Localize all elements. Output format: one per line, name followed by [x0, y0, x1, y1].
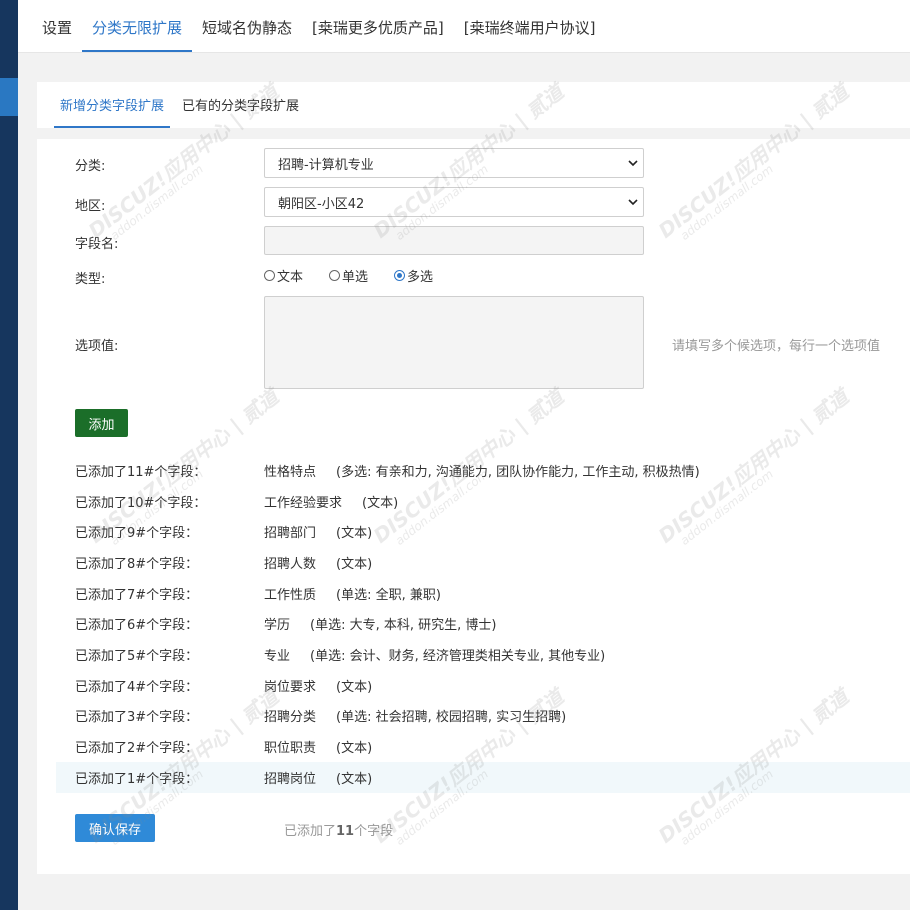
field-name-text: 岗位要求	[264, 679, 317, 695]
field-summary: 职位职责 (文本)	[264, 737, 372, 756]
tab-existing-field-extension[interactable]: 已有的分类字段扩展	[176, 95, 305, 128]
tab-category-extension[interactable]: 分类无限扩展	[82, 17, 193, 52]
category-select-value: 招聘-计算机专业	[278, 157, 374, 173]
tab-short-domain-rewrite[interactable]: 短域名伪静态	[192, 17, 302, 52]
field-name-text: 工作经验要求	[264, 495, 343, 511]
field-name-text: 招聘分类	[264, 710, 317, 726]
field-type-text: (单选: 会计、财务, 经济管理类相关专业, 其他专业)	[310, 648, 606, 664]
list-item: 已添加了7#个字段： 工作性质 (单选: 全职, 兼职)	[56, 578, 910, 609]
field-type-text: (文本)	[362, 495, 399, 511]
field-index-label: 已添加了6#个字段：	[75, 618, 199, 634]
added-fields-list: 已添加了11#个字段： 性格特点 (多选: 有亲和力, 沟通能力, 团队协作能力,…	[56, 455, 910, 793]
list-item: 已添加了11#个字段： 性格特点 (多选: 有亲和力, 沟通能力, 团队协作能力,…	[56, 455, 910, 486]
field-summary: 招聘部门 (文本)	[264, 522, 372, 541]
left-sidebar-rail	[0, 0, 18, 910]
field-count-prefix: 已添加了	[284, 824, 337, 839]
field-index-label: 已添加了9#个字段：	[75, 526, 199, 542]
field-name-text: 招聘人数	[264, 556, 317, 572]
list-item: 已添加了10#个字段： 工作经验要求 (文本)	[56, 486, 910, 517]
type-label: 类型:	[75, 272, 106, 287]
field-summary: 工作性质 (单选: 全职, 兼职)	[264, 584, 441, 603]
field-type-text: (文本)	[336, 526, 373, 542]
field-type-text: (单选: 全职, 兼职)	[336, 587, 441, 603]
field-summary: 岗位要求 (文本)	[264, 676, 372, 695]
field-name-text: 招聘岗位	[264, 771, 317, 787]
field-summary: 招聘岗位 (文本)	[264, 768, 372, 787]
field-summary: 工作经验要求 (文本)	[264, 492, 398, 511]
list-item: 已添加了8#个字段： 招聘人数 (文本)	[56, 547, 910, 578]
field-count-text: 已添加了11个字段	[284, 820, 393, 839]
type-radio-group: 文本 单选 多选	[264, 266, 459, 285]
field-type-text: (文本)	[336, 556, 373, 572]
field-index-label: 已添加了2#个字段：	[75, 741, 199, 757]
options-hint: 请填写多个候选项，每行一个选项值	[672, 339, 881, 354]
category-label: 分类:	[75, 159, 106, 174]
list-item: 已添加了9#个字段： 招聘部门 (文本)	[56, 516, 910, 547]
category-select[interactable]: 招聘-计算机专业	[264, 148, 644, 178]
top-navigation: 设置 分类无限扩展 短域名伪静态 [桒瑞更多优质产品] [桒瑞终端用户协议]	[18, 0, 910, 53]
type-radio-single[interactable]: 单选	[329, 266, 368, 285]
list-item: 已添加了2#个字段： 职位职责 (文本)	[56, 731, 910, 762]
field-count-value: 11	[336, 824, 355, 839]
tab-more-products[interactable]: [桒瑞更多优质产品]	[302, 17, 454, 52]
options-label: 选项值:	[75, 339, 119, 354]
list-item: 已添加了4#个字段： 岗位要求 (文本)	[56, 670, 910, 701]
field-type-text: (文本)	[336, 679, 373, 695]
field-type-text: (单选: 大专, 本科, 研究生, 博士)	[310, 618, 497, 634]
field-type-text: (文本)	[336, 771, 373, 787]
field-name-label: 字段名:	[75, 237, 119, 252]
field-name-text: 学历	[264, 618, 291, 634]
field-name-text: 专业	[264, 648, 291, 664]
type-radio-text[interactable]: 文本	[264, 266, 303, 285]
field-summary: 专业 (单选: 会计、财务, 经济管理类相关专业, 其他专业)	[264, 645, 605, 664]
field-index-label: 已添加了3#个字段：	[75, 710, 199, 726]
list-item: 已添加了3#个字段： 招聘分类 (单选: 社会招聘, 校园招聘, 实习生招聘)	[56, 701, 910, 732]
field-type-text: (文本)	[336, 741, 373, 757]
options-textarea[interactable]	[264, 296, 644, 389]
list-item: 已添加了6#个字段： 学历 (单选: 大专, 本科, 研究生, 博士)	[56, 608, 910, 639]
field-count-suffix: 个字段	[354, 824, 394, 839]
field-name-text: 职位职责	[264, 741, 317, 757]
radio-circle-icon[interactable]	[329, 270, 341, 281]
form-panel: 分类: 招聘-计算机专业 地区: 朝阳区-小区42 字段名: 类型: 文本 单选…	[37, 139, 910, 874]
field-index-label: 已添加了5#个字段：	[75, 648, 199, 664]
tab-user-agreement[interactable]: [桒瑞终端用户协议]	[454, 17, 606, 52]
field-summary: 学历 (单选: 大专, 本科, 研究生, 博士)	[264, 614, 496, 633]
field-index-label: 已添加了8#个字段：	[75, 556, 199, 572]
chevron-down-icon	[623, 187, 643, 217]
field-type-text: (单选: 社会招聘, 校园招聘, 实习生招聘)	[336, 710, 567, 726]
field-name-text: 工作性质	[264, 587, 317, 603]
type-radio-single-label: 单选	[342, 270, 369, 285]
region-label: 地区:	[75, 199, 106, 214]
tab-add-field-extension[interactable]: 新增分类字段扩展	[54, 95, 171, 128]
add-field-button[interactable]: 添加	[75, 409, 128, 437]
field-name-input[interactable]	[264, 226, 644, 255]
field-name-text: 招聘部门	[264, 526, 317, 542]
chevron-down-icon	[623, 148, 643, 178]
region-select[interactable]: 朝阳区-小区42	[264, 187, 644, 217]
radio-circle-icon[interactable]	[264, 270, 275, 281]
type-radio-text-label: 文本	[277, 270, 304, 285]
confirm-save-button[interactable]: 确认保存	[75, 814, 155, 842]
list-item: 已添加了5#个字段： 专业 (单选: 会计、财务, 经济管理类相关专业, 其他专业…	[56, 639, 910, 670]
field-summary: 性格特点 (多选: 有亲和力, 沟通能力, 团队协作能力, 工作主动, 积极热情)	[264, 461, 700, 480]
field-index-label: 已添加了7#个字段：	[75, 587, 199, 603]
field-name-text: 性格特点	[264, 464, 317, 480]
region-select-value: 朝阳区-小区42	[278, 196, 365, 212]
field-index-label: 已添加了1#个字段：	[75, 771, 199, 787]
field-type-text: (多选: 有亲和力, 沟通能力, 团队协作能力, 工作主动, 积极热情)	[336, 464, 700, 480]
tab-settings[interactable]: 设置	[32, 17, 82, 52]
field-index-label: 已添加了11#个字段：	[75, 464, 207, 480]
list-item: 已添加了1#个字段： 招聘岗位 (文本)	[56, 761, 910, 793]
field-summary: 招聘分类 (单选: 社会招聘, 校园招聘, 实习生招聘)	[264, 706, 566, 725]
radio-checked-icon[interactable]	[394, 270, 406, 281]
field-index-label: 已添加了4#个字段：	[75, 679, 199, 695]
field-index-label: 已添加了10#个字段：	[75, 495, 207, 511]
type-radio-multiple[interactable]: 多选	[394, 266, 433, 285]
sub-tab-bar: 新增分类字段扩展 已有的分类字段扩展	[37, 82, 910, 128]
sidebar-active-indicator	[0, 78, 18, 116]
field-summary: 招聘人数 (文本)	[264, 553, 372, 572]
type-radio-multiple-label: 多选	[407, 270, 434, 285]
